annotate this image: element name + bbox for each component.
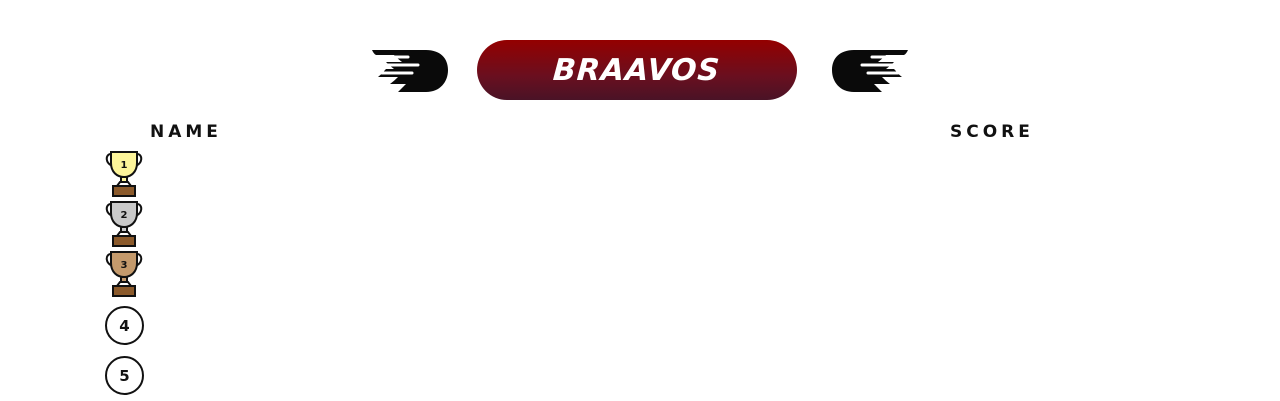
rank-4-badge: 4 xyxy=(105,306,144,345)
left-wing-icon xyxy=(372,50,448,92)
rank-number: 2 xyxy=(121,210,128,221)
silver-trophy-icon: 2 xyxy=(105,201,143,247)
score-column-header: SCORE xyxy=(950,122,1034,142)
rank-number: 5 xyxy=(119,366,130,385)
page-title: BRAAVOS xyxy=(552,52,722,88)
bronze-trophy-icon: 3 xyxy=(105,251,143,297)
rank-2-row: 2 xyxy=(104,201,144,247)
rank-number: 3 xyxy=(121,260,128,271)
name-column-header: NAME xyxy=(150,122,222,142)
right-wing-icon xyxy=(832,50,908,92)
leaderboard-header: BRAAVOS xyxy=(0,0,1280,110)
rank-5-badge: 5 xyxy=(105,356,144,395)
gold-trophy-icon: 1 xyxy=(105,151,143,197)
rank-3-row: 3 xyxy=(104,251,144,297)
rank-number: 1 xyxy=(121,160,128,171)
title-pill: BRAAVOS xyxy=(477,40,797,100)
rank-number: 4 xyxy=(119,316,130,335)
rank-1-row: 1 xyxy=(104,151,144,197)
